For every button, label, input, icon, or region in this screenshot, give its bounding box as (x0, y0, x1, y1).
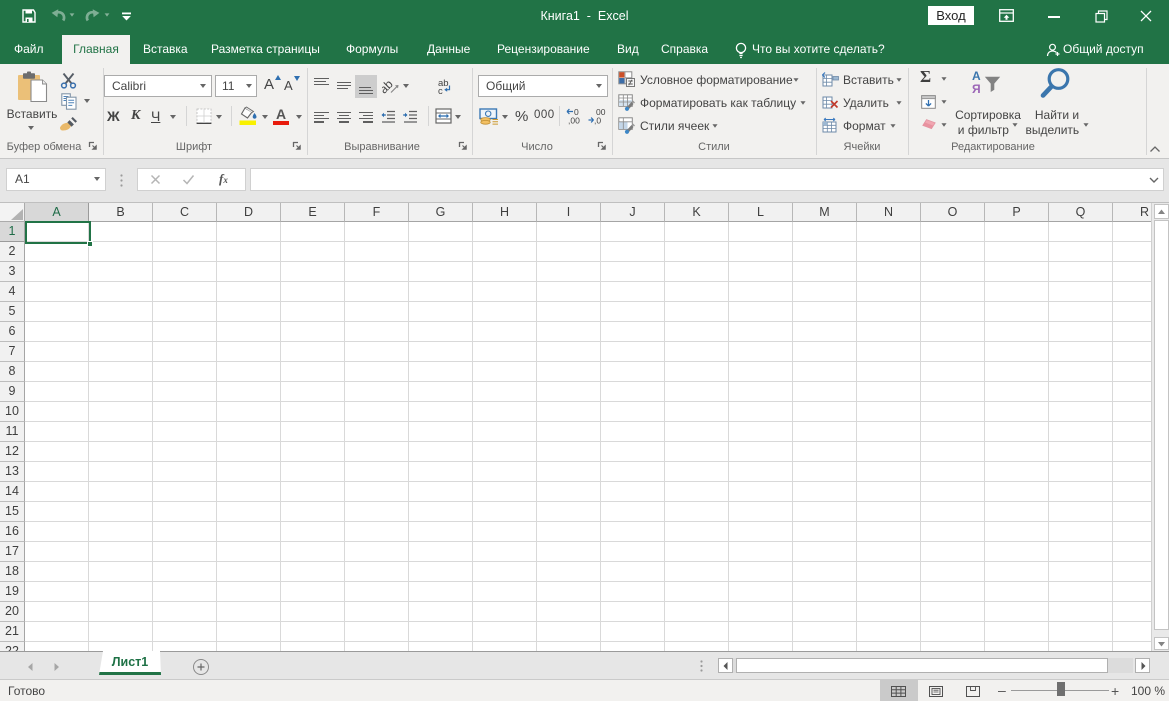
svg-text:,0: ,0 (594, 116, 601, 126)
svg-text:,00: ,00 (568, 116, 580, 126)
svg-text:c: c (438, 86, 443, 95)
svg-text:ab: ab (382, 77, 396, 94)
